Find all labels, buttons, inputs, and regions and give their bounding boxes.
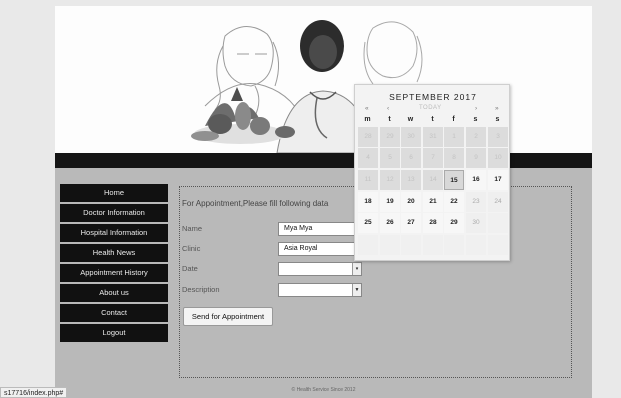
send-appointment-button[interactable]: Send for Appointment: [183, 307, 273, 326]
calendar-day[interactable]: 2: [466, 127, 486, 147]
prev-month-button[interactable]: ‹: [387, 105, 389, 112]
clinic-select[interactable]: Asia Royal: [278, 242, 362, 256]
calendar-day[interactable]: 11: [358, 170, 378, 190]
calendar-day[interactable]: 30: [466, 213, 486, 233]
name-input[interactable]: Mya Mya: [278, 222, 362, 236]
weekday-header: f: [452, 116, 455, 123]
nav-home[interactable]: Home: [60, 184, 168, 202]
weekday-header: t: [431, 116, 434, 123]
calendar-day[interactable]: 21: [423, 192, 443, 212]
calendar-day[interactable]: 4: [358, 148, 378, 168]
calendar-day: [488, 213, 508, 233]
calendar-day[interactable]: 28: [358, 127, 378, 147]
doctors-illustration: [191, 20, 450, 153]
weekday-header: s: [495, 116, 500, 123]
calendar-trigger-icon[interactable]: ▾: [352, 263, 361, 275]
footer-text: © Health Service Since 2012: [291, 387, 356, 393]
calendar-day: [380, 235, 400, 255]
calendar-day[interactable]: 26: [380, 213, 400, 233]
nav-contact[interactable]: Contact: [60, 304, 168, 322]
calendar-day[interactable]: 13: [401, 170, 421, 190]
calendar-day[interactable]: 19: [380, 192, 400, 212]
nav-logout[interactable]: Logout: [60, 324, 168, 342]
calendar-day[interactable]: 29: [380, 127, 400, 147]
calendar-day: [423, 235, 443, 255]
calendar-day: [401, 235, 421, 255]
calendar-day[interactable]: 8: [444, 148, 464, 168]
calendar-day[interactable]: 10: [488, 148, 508, 168]
calendar-day[interactable]: 23: [466, 192, 486, 212]
calendar-day[interactable]: 7: [423, 148, 443, 168]
sidebar-nav: Home Doctor Information Hospital Informa…: [60, 184, 168, 344]
nav-appointment-history[interactable]: Appointment History: [60, 264, 168, 282]
chevron-down-icon[interactable]: ▼: [352, 284, 361, 296]
description-label: Description: [182, 285, 220, 294]
calendar-day[interactable]: 20: [401, 192, 421, 212]
calendar-day: [488, 235, 508, 255]
calendar-day[interactable]: 15: [444, 170, 464, 190]
calendar-day[interactable]: 28: [423, 213, 443, 233]
calendar-day[interactable]: 5: [380, 148, 400, 168]
description-select[interactable]: ▼: [278, 283, 362, 297]
nav-doctor-information[interactable]: Doctor Information: [60, 204, 168, 222]
calendar-day[interactable]: 24: [488, 192, 508, 212]
clinic-select-value: Asia Royal: [284, 245, 318, 252]
weekday-header: t: [388, 116, 391, 123]
calendar-day[interactable]: 14: [423, 170, 443, 190]
calendar-day[interactable]: 25: [358, 213, 378, 233]
calendar-day[interactable]: 12: [380, 170, 400, 190]
next-month-button[interactable]: ›: [475, 105, 477, 112]
calendar-day[interactable]: 18: [358, 192, 378, 212]
calendar-day[interactable]: 9: [466, 148, 486, 168]
today-button[interactable]: TODAY: [419, 105, 442, 111]
nav-health-news[interactable]: Health News: [60, 244, 168, 262]
calendar-day[interactable]: 27: [401, 213, 421, 233]
calendar-day: [444, 235, 464, 255]
calendar-month-title: SEPTEMBER 2017: [389, 92, 477, 102]
calendar-day[interactable]: 6: [401, 148, 421, 168]
date-input[interactable]: ▾: [278, 262, 362, 276]
form-title: For Appointment,Please fill following da…: [182, 199, 329, 208]
header-banner: [55, 6, 592, 153]
calendar-day: [466, 235, 486, 255]
weekday-header: s: [473, 116, 478, 123]
page-container: Home Doctor Information Hospital Informa…: [55, 6, 592, 398]
calendar-day[interactable]: 1: [444, 127, 464, 147]
nav-hospital-information[interactable]: Hospital Information: [60, 224, 168, 242]
weekday-header: m: [364, 116, 371, 123]
calendar-day: [358, 235, 378, 255]
calendar-day[interactable]: 16: [466, 170, 486, 190]
weekday-header: w: [407, 116, 414, 123]
nav-about-us[interactable]: About us: [60, 284, 168, 302]
calendar-day[interactable]: 31: [423, 127, 443, 147]
prev-year-button[interactable]: «: [365, 105, 369, 112]
date-picker-popup: SEPTEMBER 2017 « ‹ TODAY › » mtwtfss 28 2…: [354, 84, 510, 261]
calendar-day[interactable]: 17: [488, 170, 508, 190]
calendar-day[interactable]: 22: [444, 192, 464, 212]
name-label: Name: [182, 224, 203, 233]
calendar-day[interactable]: 29: [444, 213, 464, 233]
date-label: Date: [182, 264, 198, 273]
next-year-button[interactable]: »: [495, 105, 499, 112]
calendar-day[interactable]: 3: [488, 127, 508, 147]
status-bar-url: s17716/index.php#: [0, 387, 68, 398]
calendar-day[interactable]: 30: [401, 127, 421, 147]
banner-divider: [55, 153, 592, 168]
clinic-label: Clinic: [182, 244, 201, 253]
